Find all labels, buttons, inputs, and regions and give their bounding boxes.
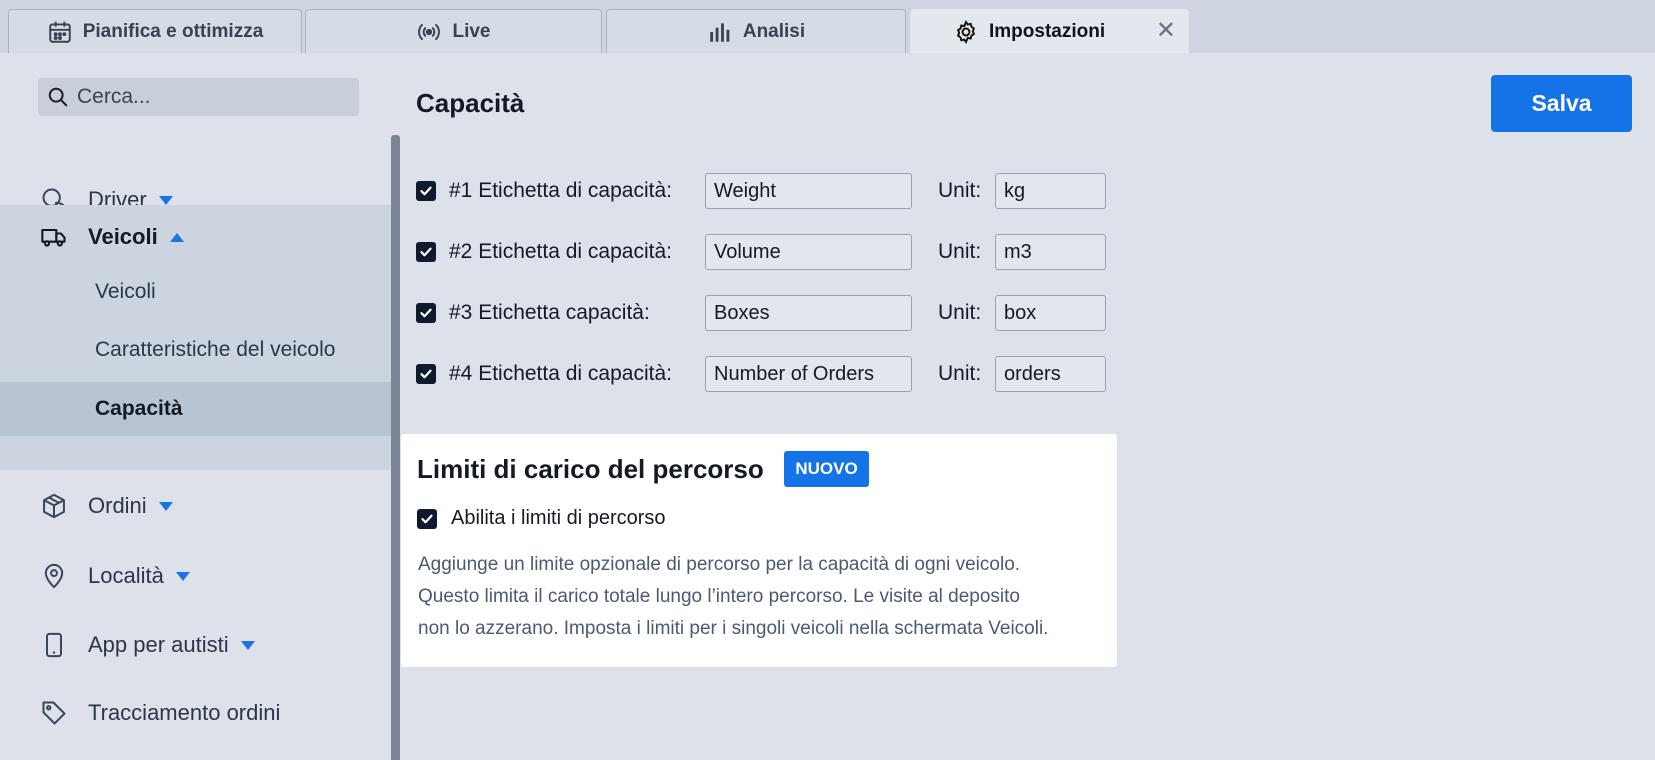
sidebar-subitem-capacita[interactable]: Capacità	[0, 382, 391, 436]
capacity-unit-input[interactable]: box	[995, 295, 1106, 331]
chevron-down-icon	[240, 640, 255, 650]
sidebar-subitem-veicoli[interactable]: Veicoli	[0, 265, 391, 319]
sidebar-item-label: Veicoli	[88, 224, 158, 249]
capacity-unit-input[interactable]: kg	[995, 173, 1106, 209]
unit-label: Unit:	[938, 179, 982, 202]
location-pin-icon	[44, 564, 64, 589]
tab-label: Live	[452, 20, 491, 42]
enable-route-limits-checkbox[interactable]	[417, 508, 437, 529]
capacity-name-input[interactable]: Number of Orders	[705, 356, 912, 392]
capacity-label: #1 Etichetta di capacità:	[449, 179, 672, 202]
sidebar-item-label: Ordini	[88, 493, 147, 518]
sidebar-item-ordini[interactable]: Ordini	[0, 476, 391, 536]
description-line: Aggiunge un limite opzionale di percorso…	[418, 554, 1021, 575]
route-limits-description: Aggiunge un limite opzionale di percorso…	[418, 549, 1108, 645]
checkmark-icon	[421, 514, 433, 523]
capacity-label: #4 Etichetta di capacità:	[449, 362, 672, 385]
tag-icon	[42, 701, 66, 725]
route-limits-title: Limiti di carico del percorso	[417, 454, 764, 484]
capacity-unit-input[interactable]: orders	[995, 356, 1106, 392]
capacity-label: #3 Etichetta capacità:	[449, 301, 650, 324]
capacity-row: #1 Etichetta di capacità: Weight Unit: k…	[416, 172, 1116, 210]
capacity-name-input[interactable]: Weight	[705, 173, 912, 209]
truck-icon	[41, 228, 66, 247]
description-line: non lo azzerano. Imposta i limiti per i …	[418, 618, 1049, 639]
chevron-down-icon	[175, 571, 190, 581]
enable-route-limits-label: Abilita i limiti di percorso	[451, 507, 666, 529]
capacity-name-input[interactable]: Volume	[705, 234, 912, 270]
search-icon	[48, 87, 68, 107]
route-limits-card: Limiti di carico del percorso NUOVO Abil…	[401, 434, 1117, 667]
veicoli-group: Veicoli Veicoli Caratteristiche del veic…	[0, 205, 391, 470]
sidebar-item-veicoli[interactable]: Veicoli	[0, 207, 391, 267]
sidebar-subitem-label: Veicoli	[95, 280, 156, 303]
chevron-down-icon	[158, 501, 173, 511]
unit-label: Unit:	[938, 240, 982, 263]
unit-label: Unit:	[938, 301, 982, 324]
capacity-checkbox[interactable]	[416, 303, 436, 323]
bar-chart-icon	[710, 22, 730, 42]
chevron-up-icon	[169, 232, 184, 242]
new-badge: NUOVO	[784, 451, 869, 487]
tab-analisi[interactable]: Analisi	[606, 9, 906, 53]
checkmark-icon	[420, 247, 432, 257]
sidebar-scrollbar[interactable]	[391, 135, 400, 760]
sidebar: Driver Veicoli Veicoli Caratteristiche d…	[0, 53, 400, 760]
tab-live[interactable]: Live	[305, 9, 602, 53]
calendar-icon	[48, 21, 71, 43]
enable-route-limits-row[interactable]: Abilita i limiti di percorso	[417, 507, 666, 530]
capacity-unit-input[interactable]: m3	[995, 234, 1106, 270]
save-button[interactable]: Salva	[1491, 75, 1632, 132]
checkmark-icon	[420, 308, 432, 318]
broadcast-icon	[418, 23, 441, 40]
sidebar-item-label: Tracciamento ordini	[88, 700, 281, 725]
sidebar-item-label: App per autisti	[88, 632, 229, 657]
sidebar-item-localita[interactable]: Località	[0, 546, 391, 606]
sidebar-item-tracciamento[interactable]: Tracciamento ordini	[0, 683, 391, 743]
page-title: Capacità	[416, 88, 525, 118]
sidebar-item-label: Località	[88, 563, 164, 588]
capacity-checkbox[interactable]	[416, 181, 436, 201]
checkmark-icon	[420, 369, 432, 379]
capacity-row: #4 Etichetta di capacità: Number of Orde…	[416, 355, 1116, 393]
unit-label: Unit:	[938, 362, 982, 385]
tab-label: Pianifica e ottimizza	[82, 20, 264, 42]
description-line: Questo limita il carico totale lungo l’i…	[418, 586, 1020, 607]
sidebar-subitem-label: Caratteristiche del veicolo	[95, 338, 336, 361]
tab-label: Impostazioni	[989, 20, 1106, 42]
phone-icon	[46, 632, 62, 658]
sidebar-subitem-caratteristiche[interactable]: Caratteristiche del veicolo	[0, 323, 391, 377]
sidebar-item-app-autisti[interactable]: App per autisti	[0, 615, 391, 675]
search-input[interactable]	[77, 85, 337, 109]
tab-bar: Pianifica e ottimizza Live Analisi Impos…	[0, 0, 1655, 53]
close-tab-icon[interactable]: ✕	[1156, 19, 1176, 43]
tab-label: Analisi	[742, 20, 806, 42]
capacity-row: #3 Etichetta capacità: Boxes Unit: box	[416, 294, 1116, 332]
gear-icon	[956, 19, 976, 44]
capacity-checkbox[interactable]	[416, 242, 436, 262]
capacity-row: #2 Etichetta di capacità: Volume Unit: m…	[416, 233, 1116, 271]
tab-impostazioni[interactable]: Impostazioni ✕	[910, 9, 1189, 53]
box-icon	[43, 493, 65, 519]
capacity-checkbox[interactable]	[416, 364, 436, 384]
chevron-down-icon	[158, 195, 173, 205]
sidebar-subitem-label: Capacità	[95, 397, 183, 420]
checkmark-icon	[420, 186, 432, 196]
capacity-label: #2 Etichetta di capacità:	[449, 240, 672, 263]
search-box[interactable]	[38, 78, 359, 116]
tab-pianifica[interactable]: Pianifica e ottimizza	[8, 9, 302, 53]
capacity-name-input[interactable]: Boxes	[705, 295, 912, 331]
